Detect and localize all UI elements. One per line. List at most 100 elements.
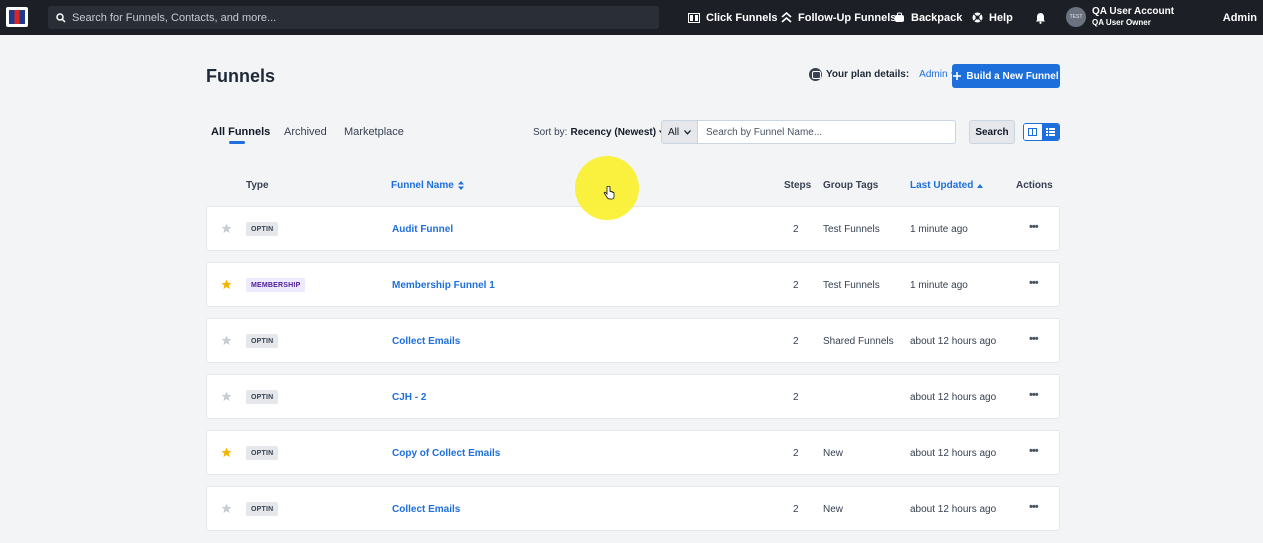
- funnel-name-link[interactable]: Audit Funnel: [392, 224, 453, 235]
- list-view-button[interactable]: [1041, 124, 1059, 140]
- nav-follow-up-label: Follow-Up Funnels: [798, 11, 897, 24]
- user-name: QA User Account: [1092, 6, 1175, 17]
- global-search[interactable]: [48, 6, 659, 29]
- column-steps: Steps: [784, 180, 812, 191]
- table-row[interactable]: OPTIN Collect Emails 2 New about 12 hours ag…: [206, 486, 1060, 531]
- funnel-name-link[interactable]: Collect Emails: [392, 336, 460, 347]
- sort-icon: [457, 181, 464, 190]
- group-tags: Test Funnels: [823, 224, 880, 235]
- notifications-button[interactable]: [1035, 0, 1046, 35]
- nav-click-funnels[interactable]: Click Funnels: [688, 0, 778, 35]
- bell-icon: [1036, 12, 1045, 24]
- table-row[interactable]: OPTIN Audit Funnel 2 Test Funnels 1 minute a…: [206, 206, 1060, 251]
- sort-label: Sort by:: [533, 127, 568, 138]
- last-updated: about 12 hours ago: [910, 336, 997, 347]
- star-icon[interactable]: [221, 503, 232, 514]
- steps-count: 2: [793, 280, 799, 291]
- type-badge: OPTIN: [246, 446, 279, 460]
- group-tags: New: [823, 448, 844, 459]
- user-menu[interactable]: TEST QA User Account QA User Owner: [1066, 5, 1174, 29]
- actions-menu[interactable]: •••: [1029, 333, 1039, 345]
- sort-up-icon: [977, 183, 984, 188]
- user-role: QA User Owner: [1092, 18, 1151, 27]
- filter-value: All: [668, 126, 680, 138]
- group-tags: Test Funnels: [823, 280, 880, 291]
- type-badge: OPTIN: [246, 334, 279, 348]
- nav-backpack-label: Backpack: [911, 11, 963, 24]
- build-new-funnel-label: Build a New Funnel: [966, 70, 1059, 82]
- hand-cursor-icon: [603, 186, 615, 200]
- funnel-name-link[interactable]: Membership Funnel 1: [392, 280, 495, 291]
- sort-value: Recency (Newest): [570, 127, 657, 138]
- funnel-name-link[interactable]: CJH - 2: [392, 392, 426, 403]
- funnel-name-link[interactable]: Collect Emails: [392, 504, 460, 515]
- list-icon: [1045, 128, 1055, 136]
- steps-count: 2: [793, 336, 799, 347]
- nav-follow-up-funnels[interactable]: Follow-Up Funnels: [781, 0, 896, 35]
- chevrons-up-icon: [781, 12, 792, 23]
- chat-icon: [809, 68, 822, 81]
- star-icon[interactable]: [221, 335, 232, 346]
- search-button[interactable]: Search: [969, 120, 1015, 144]
- admin-link[interactable]: Admin: [1223, 0, 1257, 35]
- last-updated: about 12 hours ago: [910, 504, 997, 515]
- help-icon: [972, 12, 983, 23]
- table-row[interactable]: OPTIN CJH - 2 2 about 12 hours ago •••: [206, 374, 1060, 419]
- actions-menu[interactable]: •••: [1029, 445, 1039, 457]
- actions-menu[interactable]: •••: [1029, 501, 1039, 513]
- funnel-search-input[interactable]: [697, 120, 956, 144]
- type-badge: OPTIN: [246, 390, 279, 404]
- steps-count: 2: [793, 224, 799, 235]
- table-row[interactable]: MEMBERSHIP Membership Funnel 1 2 Test Funne…: [206, 262, 1060, 307]
- chevron-down-icon: [684, 129, 692, 135]
- star-icon[interactable]: [221, 223, 232, 234]
- backpack-icon: [895, 12, 904, 22]
- nav-click-funnels-label: Click Funnels: [706, 11, 778, 24]
- column-last-updated-label: Last Updated: [910, 180, 974, 191]
- actions-menu[interactable]: •••: [1029, 277, 1039, 289]
- table-row[interactable]: OPTIN Copy of Collect Emails 2 New about 12 …: [206, 430, 1060, 475]
- type-badge: OPTIN: [246, 502, 279, 516]
- grid-view-button[interactable]: [1024, 124, 1042, 140]
- avatar: TEST: [1066, 7, 1086, 27]
- column-last-updated[interactable]: Last Updated: [910, 180, 984, 191]
- type-badge: OPTIN: [246, 222, 279, 236]
- nav-help-label: Help: [989, 11, 1013, 24]
- actions-menu[interactable]: •••: [1029, 221, 1039, 233]
- steps-count: 2: [793, 448, 799, 459]
- page-title: Funnels: [206, 66, 276, 86]
- last-updated: 1 minute ago: [910, 280, 968, 291]
- column-group-tags: Group Tags: [823, 180, 879, 191]
- steps-count: 2: [793, 504, 799, 515]
- funnel-name-link[interactable]: Copy of Collect Emails: [392, 448, 500, 459]
- group-tags: Shared Funnels: [823, 336, 894, 347]
- tab-marketplace[interactable]: Marketplace: [344, 126, 404, 138]
- table-row[interactable]: OPTIN Collect Emails 2 Shared Funnels about …: [206, 318, 1060, 363]
- clickfunnels-logo[interactable]: [6, 7, 28, 27]
- top-navbar: Click Funnels Follow-Up Funnels Backpack…: [0, 0, 1263, 35]
- column-funnel-name[interactable]: Funnel Name: [391, 180, 464, 191]
- column-actions: Actions: [1016, 180, 1053, 191]
- nav-backpack[interactable]: Backpack: [894, 0, 962, 35]
- plan-label: Your plan details:: [826, 69, 910, 80]
- last-updated: about 12 hours ago: [910, 448, 997, 459]
- plus-icon: [953, 72, 962, 80]
- plan-details: Your plan details: Admin: [809, 68, 958, 81]
- column-funnel-name-label: Funnel Name: [391, 180, 454, 191]
- sort-dropdown[interactable]: Sort by: Recency (Newest): [533, 127, 667, 138]
- active-tab-indicator: [229, 141, 245, 144]
- star-icon[interactable]: [221, 391, 232, 402]
- steps-count: 2: [793, 392, 799, 403]
- actions-menu[interactable]: •••: [1029, 389, 1039, 401]
- plan-value: Admin: [919, 69, 948, 80]
- nav-help[interactable]: Help: [972, 0, 1013, 35]
- star-icon[interactable]: [221, 279, 232, 290]
- tab-all-funnels[interactable]: All Funnels: [211, 126, 270, 138]
- last-updated: 1 minute ago: [910, 224, 968, 235]
- filter-select[interactable]: All: [661, 120, 697, 144]
- star-icon[interactable]: [221, 447, 232, 458]
- global-search-input[interactable]: [72, 11, 632, 24]
- columns-icon: [688, 12, 700, 23]
- build-new-funnel-button[interactable]: Build a New Funnel: [952, 64, 1060, 88]
- tab-archived[interactable]: Archived: [284, 126, 327, 138]
